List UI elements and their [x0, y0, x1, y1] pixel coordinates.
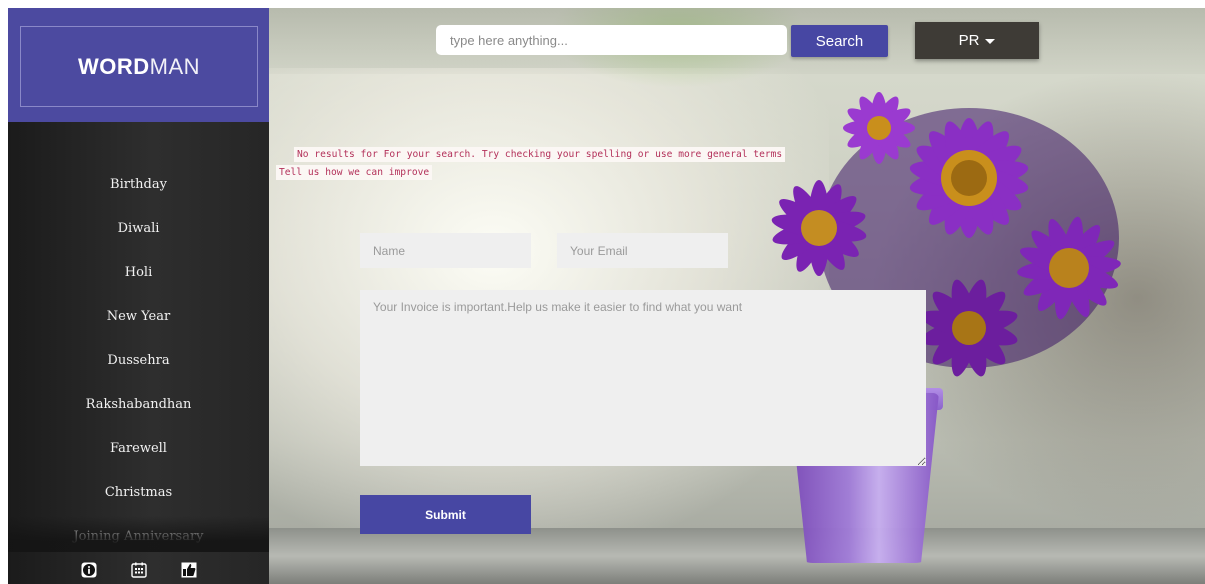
sidebar-item-holi[interactable]: Holi: [8, 251, 269, 295]
feedback-prompt: Tell us how we can improve: [276, 165, 433, 180]
sidebar-item-farewell[interactable]: Farewell: [8, 427, 269, 471]
sidebar-item-diwali[interactable]: Diwali: [8, 207, 269, 251]
background-table: [269, 528, 1205, 584]
language-label: PR: [958, 32, 980, 49]
email-field[interactable]: [557, 233, 728, 268]
sidebar: WORDMAN Birthday Diwali Holi New Year Du…: [8, 8, 269, 584]
sidebar-nav: Birthday Diwali Holi New Year Dussehra R…: [8, 163, 269, 559]
sidebar-footer: [8, 556, 269, 584]
info-icon[interactable]: [81, 562, 97, 578]
sidebar-item-rakshabandhan[interactable]: Rakshabandhan: [8, 383, 269, 427]
sidebar-item-dussehra[interactable]: Dussehra: [8, 339, 269, 383]
no-results-message: No results for For your search. Try chec…: [294, 147, 786, 162]
feedback-textarea[interactable]: [360, 290, 926, 466]
sidebar-item-new-year[interactable]: New Year: [8, 295, 269, 339]
sidebar-item-christmas[interactable]: Christmas: [8, 471, 269, 515]
sidebar-item-joining-anniversary[interactable]: Joining Anniversary: [8, 515, 269, 559]
brand-logo-light: MAN: [149, 53, 201, 79]
search-input[interactable]: [436, 25, 787, 55]
search-button[interactable]: Search: [791, 25, 888, 57]
caret-down-icon: [985, 39, 996, 44]
thumbs-up-icon[interactable]: [181, 562, 197, 578]
sidebar-item-birthday[interactable]: Birthday: [8, 163, 269, 207]
submit-button[interactable]: Submit: [360, 495, 531, 534]
name-field[interactable]: [360, 233, 531, 268]
logo-frame: WORDMAN: [20, 26, 258, 107]
language-dropdown[interactable]: PR: [915, 22, 1039, 59]
brand-logo[interactable]: WORDMAN: [78, 54, 200, 80]
calendar-icon[interactable]: [130, 562, 147, 578]
logo-panel: WORDMAN: [8, 8, 269, 122]
brand-logo-bold: WORD: [77, 53, 150, 79]
main-content: Search PR No results for For your search…: [269, 8, 1205, 584]
